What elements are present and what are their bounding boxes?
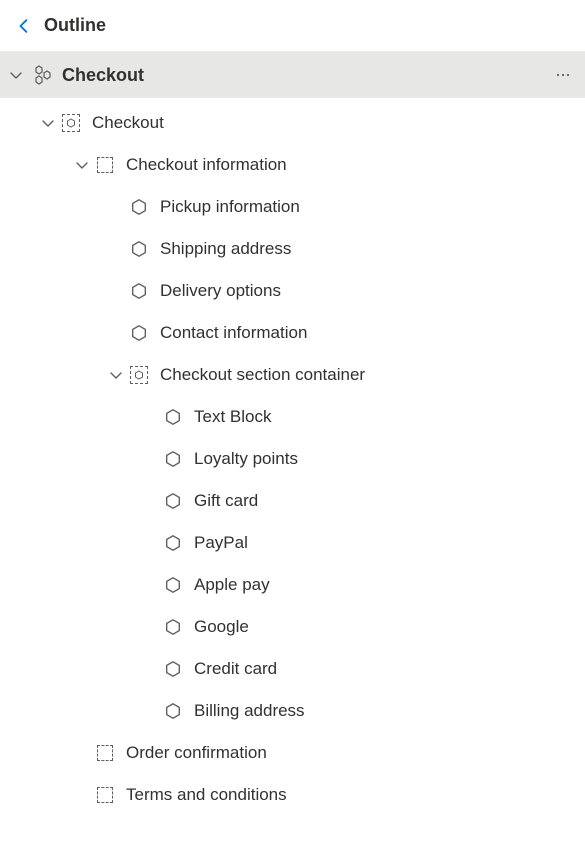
tree-item-label: PayPal	[194, 533, 248, 553]
slot-icon	[94, 784, 116, 806]
tree-item-label: Contact information	[160, 323, 307, 343]
chevron-down-icon[interactable]	[36, 117, 60, 129]
tree-item-label: Credit card	[194, 659, 277, 679]
modules-icon	[30, 65, 56, 85]
tree-item-label: Order confirmation	[126, 743, 267, 763]
hexagon-icon	[162, 532, 184, 554]
hexagon-icon	[128, 238, 150, 260]
chevron-down-icon[interactable]	[104, 369, 128, 381]
tree-item[interactable]: Billing address	[0, 690, 585, 732]
hexagon-icon	[162, 406, 184, 428]
tree-item-label: Shipping address	[160, 239, 291, 259]
hexagon-icon	[128, 322, 150, 344]
root-label: Checkout	[62, 65, 547, 86]
tree-item[interactable]: PayPal	[0, 522, 585, 564]
more-button[interactable]	[547, 59, 579, 91]
tree-item[interactable]: Checkout information	[0, 144, 585, 186]
outline-header: Outline	[0, 0, 585, 52]
hexagon-icon	[128, 280, 150, 302]
hexagon-icon	[162, 700, 184, 722]
tree-item-label: Gift card	[194, 491, 258, 511]
tree-item-label: Checkout information	[126, 155, 287, 175]
tree-item-label: Loyalty points	[194, 449, 298, 469]
tree-item-label: Checkout	[92, 113, 164, 133]
tree-item[interactable]: Terms and conditions	[0, 774, 585, 816]
hexagon-icon	[162, 616, 184, 638]
tree-item[interactable]: Shipping address	[0, 228, 585, 270]
outline-title: Outline	[44, 15, 106, 36]
tree-item[interactable]: Google	[0, 606, 585, 648]
tree-item-label: Billing address	[194, 701, 305, 721]
tree-item[interactable]: Checkout	[0, 102, 585, 144]
chevron-down-icon[interactable]	[4, 69, 28, 81]
tree-item[interactable]: Credit card	[0, 648, 585, 690]
tree-item-label: Terms and conditions	[126, 785, 287, 805]
tree-item[interactable]: Contact information	[0, 312, 585, 354]
tree-item[interactable]: Delivery options	[0, 270, 585, 312]
chevron-down-icon[interactable]	[70, 159, 94, 171]
tree-item[interactable]: Checkout section container	[0, 354, 585, 396]
hexagon-icon	[162, 574, 184, 596]
slot-icon	[94, 742, 116, 764]
hexagon-icon	[128, 196, 150, 218]
container-icon	[128, 364, 150, 386]
hexagon-icon	[162, 448, 184, 470]
tree-item[interactable]: Apple pay	[0, 564, 585, 606]
tree-item[interactable]: Pickup information	[0, 186, 585, 228]
tree-item[interactable]: Loyalty points	[0, 438, 585, 480]
tree-item-label: Pickup information	[160, 197, 300, 217]
tree-item-label: Delivery options	[160, 281, 281, 301]
tree-item-label: Text Block	[194, 407, 271, 427]
tree-item[interactable]: Gift card	[0, 480, 585, 522]
container-icon	[60, 112, 82, 134]
tree-item[interactable]: Order confirmation	[0, 732, 585, 774]
outline-tree: Checkout Checkout information Pickup infor…	[0, 98, 585, 816]
tree-item-label: Google	[194, 617, 249, 637]
chevron-left-icon	[17, 19, 31, 33]
tree-item-label: Checkout section container	[160, 365, 365, 385]
back-button[interactable]	[10, 12, 38, 40]
slot-icon	[94, 154, 116, 176]
tree-root[interactable]: Checkout	[0, 52, 585, 98]
tree-item[interactable]: Text Block	[0, 396, 585, 438]
tree-item-label: Apple pay	[194, 575, 270, 595]
more-horizontal-icon	[555, 67, 571, 83]
hexagon-icon	[162, 658, 184, 680]
hexagon-icon	[162, 490, 184, 512]
